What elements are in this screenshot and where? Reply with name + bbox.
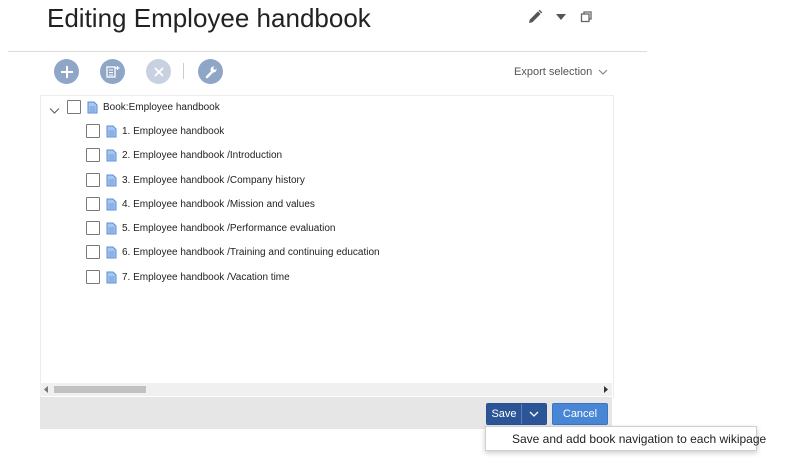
cancel-button[interactable]: Cancel [552,403,608,425]
tree-root-label: Book:Employee handbook [103,101,220,113]
caret-down-icon[interactable] [556,12,566,22]
horizontal-scrollbar[interactable] [40,383,612,396]
document-icon [106,271,117,283]
document-icon [106,246,117,258]
scroll-left-icon[interactable] [44,386,49,393]
document-icon [106,149,117,161]
add-icon [60,65,73,78]
tree-item-label: 2. Employee handbook /Introduction [122,149,283,161]
tree-item-label: 3. Employee handbook /Company history [122,174,305,186]
chevron-down-icon [529,411,539,417]
chevron-down-icon [49,108,60,114]
document-icon [87,101,98,113]
checkbox[interactable] [86,197,100,211]
wrench-icon [205,66,216,78]
chevron-down-icon [598,69,608,75]
checkbox[interactable] [86,148,100,162]
save-options-toggle[interactable] [521,404,546,424]
scroll-right-icon[interactable] [603,386,608,393]
add-page-icon [105,65,119,78]
tree-item-label: 1. Employee handbook [122,125,225,137]
tree-item[interactable]: 4. Employee handbook /Mission and values [86,197,315,211]
remove-icon [153,66,164,77]
checkbox[interactable] [86,270,100,284]
document-icon [106,125,117,137]
checkbox[interactable] [86,173,100,187]
page-title: Editing Employee handbook [47,3,371,33]
header-divider [8,51,647,52]
tree-item[interactable]: 5. Employee handbook /Performance evalua… [86,221,335,235]
add-button[interactable] [54,59,79,84]
collapse-toggle[interactable] [49,102,60,120]
save-options-menu: Save and add book navigation to each wik… [485,426,766,451]
tree-item-label: 5. Employee handbook /Performance evalua… [122,222,336,234]
save-split-button: Save [486,403,547,425]
tree-item[interactable]: 7. Employee handbook /Vacation time [86,270,290,284]
tree-item[interactable]: 3. Employee handbook /Company history [86,173,305,187]
document-icon [106,198,117,210]
maximize-icon[interactable] [580,11,592,23]
tree-item[interactable]: 2. Employee handbook /Introduction [86,148,282,162]
checkbox[interactable] [86,221,100,235]
settings-button[interactable] [198,59,223,84]
document-icon [106,222,117,234]
scrollbar-thumb[interactable] [54,386,146,393]
export-selection-dropdown[interactable]: Export selection [514,66,608,78]
tree-item-label: 7. Employee handbook /Vacation time [122,271,290,283]
document-icon [106,174,117,186]
tree-item[interactable]: 6. Employee handbook /Training and conti… [86,245,380,259]
menu-item-save-with-navigation[interactable]: Save and add book navigation to each wik… [512,432,766,446]
toolbar-separator [183,63,184,79]
checkbox[interactable] [86,245,100,259]
pencil-icon[interactable] [526,8,544,26]
remove-button[interactable] [146,59,171,84]
tree-item[interactable]: 1. Employee handbook [86,124,224,138]
header-actions [526,8,592,26]
tree-item-label: 6. Employee handbook /Training and conti… [122,246,380,258]
add-page-button[interactable] [100,59,125,84]
checkbox[interactable] [67,100,81,114]
export-selection-label: Export selection [514,66,593,78]
checkbox[interactable] [86,124,100,138]
tree-root[interactable]: Book:Employee handbook [67,100,220,114]
tree-item-label: 4. Employee handbook /Mission and values [122,198,315,210]
save-button[interactable]: Save [487,404,521,424]
